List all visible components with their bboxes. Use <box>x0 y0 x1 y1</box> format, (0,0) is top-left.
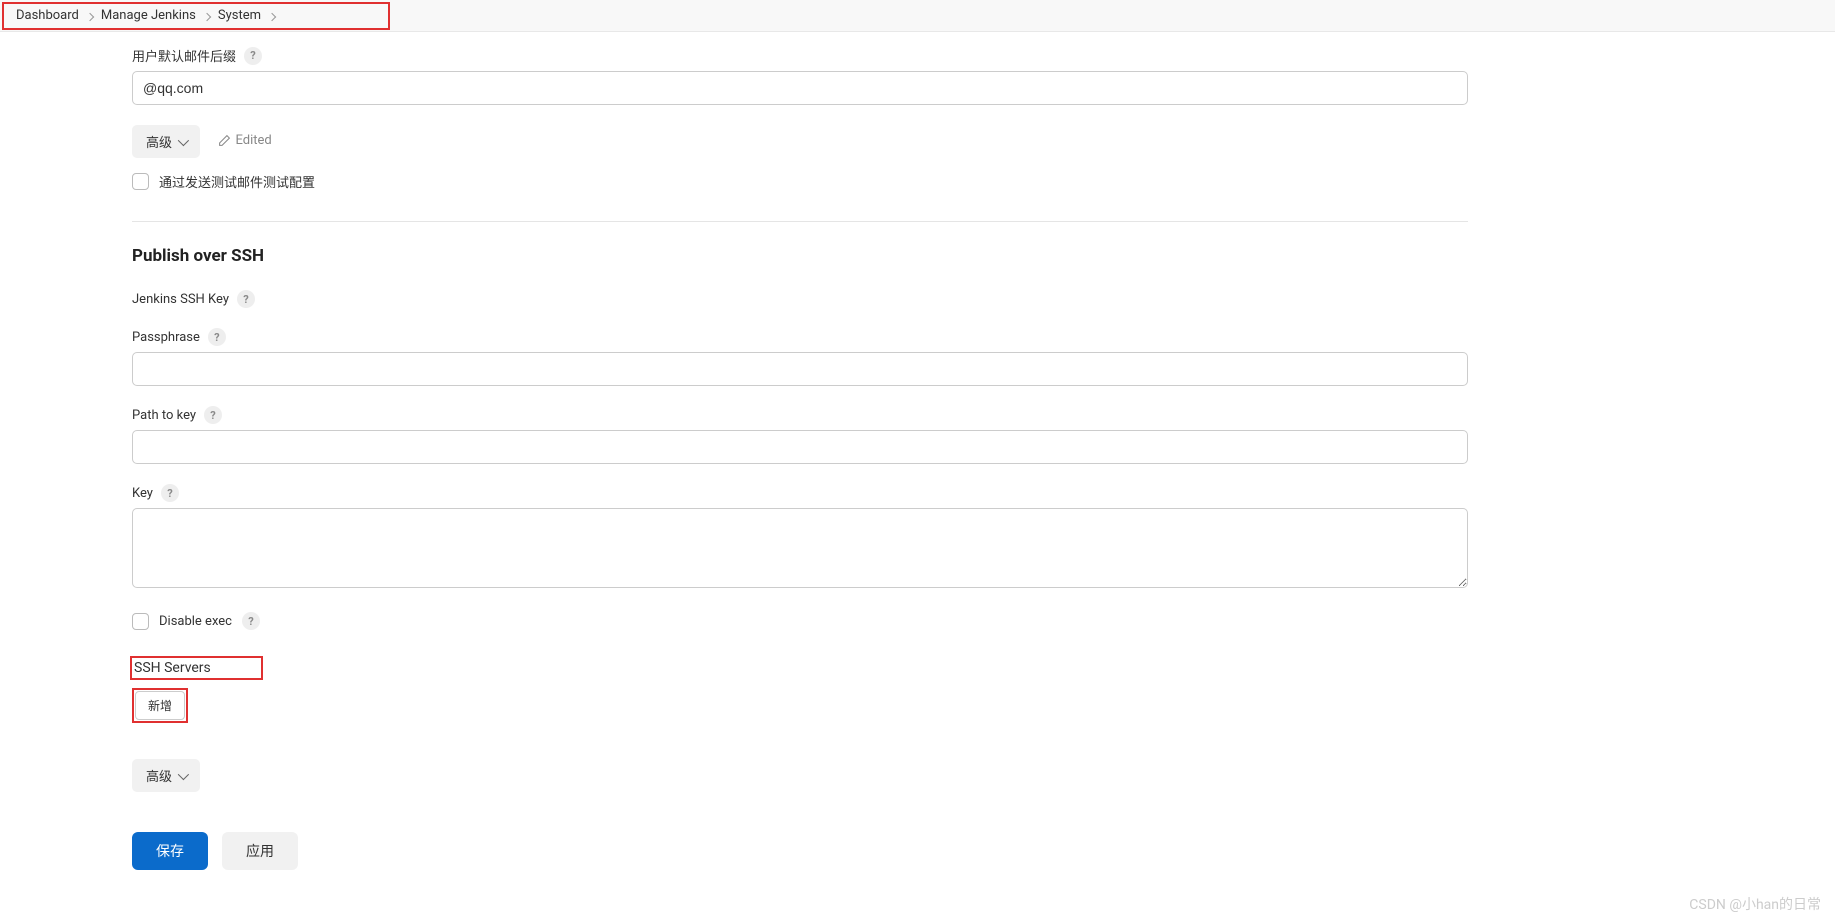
advanced-button[interactable]: 高级 <box>132 125 200 158</box>
edited-link[interactable]: Edited <box>218 133 272 148</box>
annotation-highlight: SSH Servers <box>130 656 263 680</box>
email-suffix-input[interactable] <box>132 71 1468 105</box>
section-divider <box>132 221 1468 222</box>
chevron-right-icon <box>87 9 93 23</box>
help-icon[interactable]: ? <box>242 612 260 630</box>
disable-exec-checkbox[interactable] <box>132 613 149 630</box>
annotation-highlight: 新增 <box>132 688 188 723</box>
disable-exec-label: Disable exec <box>159 614 232 629</box>
advanced-button-ssh[interactable]: 高级 <box>132 759 200 792</box>
chevron-right-icon <box>269 9 275 23</box>
key-label: Key <box>132 486 153 501</box>
ssh-section-title: Publish over SSH <box>132 246 1602 266</box>
pencil-icon <box>218 134 231 147</box>
path-to-key-label: Path to key <box>132 408 196 423</box>
path-to-key-input[interactable] <box>132 430 1468 464</box>
breadcrumb-dashboard[interactable]: Dashboard <box>16 8 79 23</box>
chevron-down-icon <box>178 768 189 779</box>
key-textarea[interactable] <box>132 508 1468 588</box>
ssh-servers-label: SSH Servers <box>134 660 211 676</box>
help-icon[interactable]: ? <box>208 328 226 346</box>
advanced-button-ssh-label: 高级 <box>146 766 172 785</box>
help-icon[interactable]: ? <box>161 484 179 502</box>
edited-label: Edited <box>236 133 272 148</box>
save-button[interactable]: 保存 <box>132 832 208 870</box>
watermark: CSDN @小han的日常 <box>1689 894 1821 914</box>
breadcrumb-system[interactable]: System <box>218 8 261 23</box>
apply-button[interactable]: 应用 <box>222 832 298 870</box>
email-suffix-label: 用户默认邮件后缀 <box>132 46 236 65</box>
help-icon[interactable]: ? <box>244 47 262 65</box>
advanced-button-label: 高级 <box>146 132 172 151</box>
breadcrumb-manage-jenkins[interactable]: Manage Jenkins <box>101 8 196 23</box>
chevron-down-icon <box>178 134 189 145</box>
chevron-right-icon <box>204 9 210 23</box>
help-icon[interactable]: ? <box>204 406 222 424</box>
jenkins-ssh-key-label: Jenkins SSH Key <box>132 292 229 307</box>
test-email-label: 通过发送测试邮件测试配置 <box>159 172 315 191</box>
test-email-checkbox[interactable] <box>132 173 149 190</box>
breadcrumb: Dashboard Manage Jenkins System <box>0 0 1835 32</box>
passphrase-input[interactable] <box>132 352 1468 386</box>
passphrase-label: Passphrase <box>132 330 200 345</box>
add-ssh-server-button[interactable]: 新增 <box>135 691 185 720</box>
help-icon[interactable]: ? <box>237 290 255 308</box>
